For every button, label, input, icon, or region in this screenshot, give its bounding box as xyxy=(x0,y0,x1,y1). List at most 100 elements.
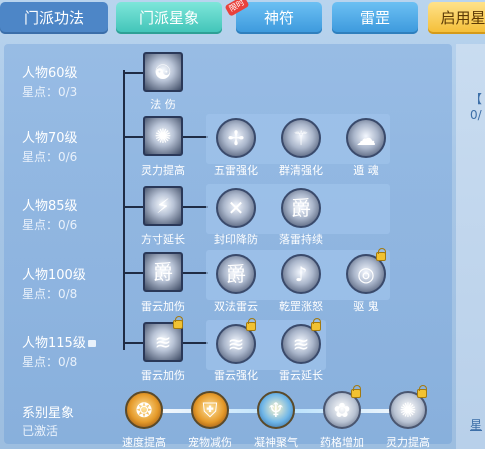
skill-five-thunder[interactable]: ✢ xyxy=(216,118,256,158)
limited-badge: 限时 xyxy=(224,0,250,17)
series-status: 已激活 xyxy=(22,424,59,438)
tier-70-stars: 星点：0/6 xyxy=(22,150,78,164)
right-count: 0/ xyxy=(470,108,482,122)
tier-85-name: 人物85级 xyxy=(22,199,78,214)
link-100 xyxy=(182,272,208,274)
skill-thundercloud-damage-2[interactable]: ≋ xyxy=(143,316,183,362)
flame-icon: ❂ xyxy=(135,398,153,422)
lock-icon xyxy=(417,385,427,398)
wind-icon: ≋ xyxy=(154,330,172,354)
skill-label: 雷云加伤 xyxy=(141,300,185,313)
potion-icon: ✿ xyxy=(333,398,351,422)
link-70 xyxy=(182,136,208,138)
lock-icon xyxy=(246,318,256,331)
skill-label: 乾罡涨怒 xyxy=(279,300,323,313)
series-label: 药格增加 xyxy=(320,436,364,449)
skill-label: 五雷强化 xyxy=(214,164,258,177)
skill-fangcun-extend[interactable]: ⚡ xyxy=(143,186,183,226)
series-potion[interactable]: ✿ xyxy=(323,385,361,429)
skill-label: 驱 鬼 xyxy=(353,300,379,313)
skill-label: 雷云强化 xyxy=(214,369,258,382)
series-label: 凝神聚气 xyxy=(254,436,298,449)
series-speed[interactable]: ❂ xyxy=(125,391,163,429)
skill-thundercloud-extend[interactable]: ≋ xyxy=(281,318,321,364)
shield-icon: ⛨ xyxy=(202,398,218,422)
branch-115 xyxy=(123,342,143,344)
skill-label: 灵力提高 xyxy=(141,164,185,177)
branch-100 xyxy=(123,272,143,274)
ghost-icon: ☁ xyxy=(356,126,376,150)
lock-icon xyxy=(87,340,96,347)
skill-thundercloud-damage[interactable]: 爵 xyxy=(143,252,183,292)
series-pet-reduce[interactable]: ⛨ xyxy=(191,391,229,429)
lock-icon xyxy=(376,248,386,261)
meditate-icon: ☯ xyxy=(154,60,172,84)
tab-sect-skills[interactable]: 门派功法 xyxy=(0,2,108,34)
tab-sect-stars[interactable]: 门派星象 xyxy=(116,2,222,34)
tier-85-stars: 星点：0/6 xyxy=(22,218,78,232)
skill-label: 雷云延长 xyxy=(279,369,323,382)
series-label: 速度提高 xyxy=(122,436,166,449)
right-side-panel: 【 0/ 星 xyxy=(456,44,485,449)
tier-100-stars: 星点：0/8 xyxy=(22,287,78,301)
skill-thunder-sustain[interactable]: 爵 xyxy=(281,188,321,228)
wind-icon: ≋ xyxy=(227,332,245,356)
branch-70 xyxy=(123,136,143,138)
bell-icon: ♪ xyxy=(294,262,308,286)
skill-exorcise[interactable]: ◎ xyxy=(346,248,386,294)
branch-60 xyxy=(123,72,143,74)
skill-group-cleanse[interactable]: ⚚ xyxy=(281,118,321,158)
skill-dual-thundercloud[interactable]: 爵 xyxy=(216,254,256,294)
slash-icon: ✕ xyxy=(227,196,245,220)
tab-enable-star[interactable]: 启用星 xyxy=(428,2,485,34)
skill-label: 雷云加伤 xyxy=(141,369,185,382)
rune-icon: 爵 xyxy=(226,262,246,286)
swirl-icon: ✢ xyxy=(227,126,245,150)
skill-label: 遁 魂 xyxy=(353,164,379,177)
vortex-icon: ◎ xyxy=(357,262,375,286)
link-85 xyxy=(182,206,208,208)
tier-115-label: 人物115级 xyxy=(22,336,86,351)
figure-icon: ♆ xyxy=(267,398,285,422)
skill-spirit-boost[interactable]: ✺ xyxy=(143,116,183,156)
tier-115-stars: 星点：0/8 xyxy=(22,355,78,369)
right-link[interactable]: 星 xyxy=(470,416,482,433)
tier-60-stars: 星点：0/3 xyxy=(22,85,78,99)
skill-label: 落雷持续 xyxy=(279,233,323,246)
branch-85 xyxy=(123,206,143,208)
tab-talisman[interactable]: 限时 神符 xyxy=(224,0,322,34)
series-focus[interactable]: ♆ xyxy=(257,391,295,429)
skill-qiangang-rage[interactable]: ♪ xyxy=(281,254,321,294)
lightning-icon: ⚡ xyxy=(155,194,171,218)
series-title: 系别星象 xyxy=(22,406,75,421)
tier-100-name: 人物100级 xyxy=(22,268,86,283)
skill-thundercloud-boost[interactable]: ≋ xyxy=(216,318,256,364)
skill-escape-soul[interactable]: ☁ xyxy=(346,118,386,158)
skill-seal-defense[interactable]: ✕ xyxy=(216,188,256,228)
tier-70-name: 人物70级 xyxy=(22,131,78,146)
tier-115-name: 人物115级 xyxy=(22,332,96,351)
tab-bar: 门派功法 门派星象 限时 神符 雷罡 启用星 xyxy=(0,0,485,40)
tab-talisman-label: 神符 xyxy=(263,9,294,27)
lock-icon xyxy=(351,385,361,398)
skill-label: 双法雷云 xyxy=(214,300,258,313)
burst-icon: ✺ xyxy=(399,398,417,422)
skill-label: 方寸延长 xyxy=(141,233,185,246)
staff-icon: ⚚ xyxy=(292,126,310,150)
tier-60-name: 人物60级 xyxy=(22,66,78,81)
skill-label: 封印降防 xyxy=(214,233,258,246)
series-label: 宠物减伤 xyxy=(188,436,232,449)
skill-label: 群清强化 xyxy=(279,164,323,177)
lock-icon xyxy=(173,316,183,329)
rune-icon: 爵 xyxy=(291,196,311,220)
right-bracket: 【 xyxy=(470,92,483,106)
lock-icon xyxy=(311,318,321,331)
wind-icon: ≋ xyxy=(292,332,310,356)
series-label: 灵力提高 xyxy=(386,436,430,449)
rune-icon: 爵 xyxy=(153,260,173,284)
link-115 xyxy=(182,342,208,344)
skill-magic-damage[interactable]: ☯ xyxy=(143,52,183,92)
skill-label: 法 伤 xyxy=(150,98,176,111)
series-spirit[interactable]: ✺ xyxy=(389,385,427,429)
tab-thunder[interactable]: 雷罡 xyxy=(332,2,418,34)
